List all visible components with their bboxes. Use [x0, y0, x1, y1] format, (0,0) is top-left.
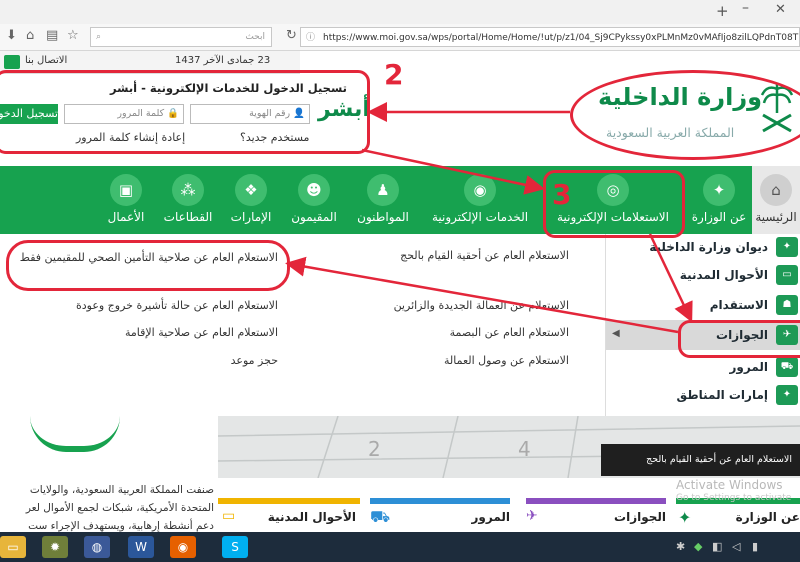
annotation-arrows — [285, 102, 693, 334]
